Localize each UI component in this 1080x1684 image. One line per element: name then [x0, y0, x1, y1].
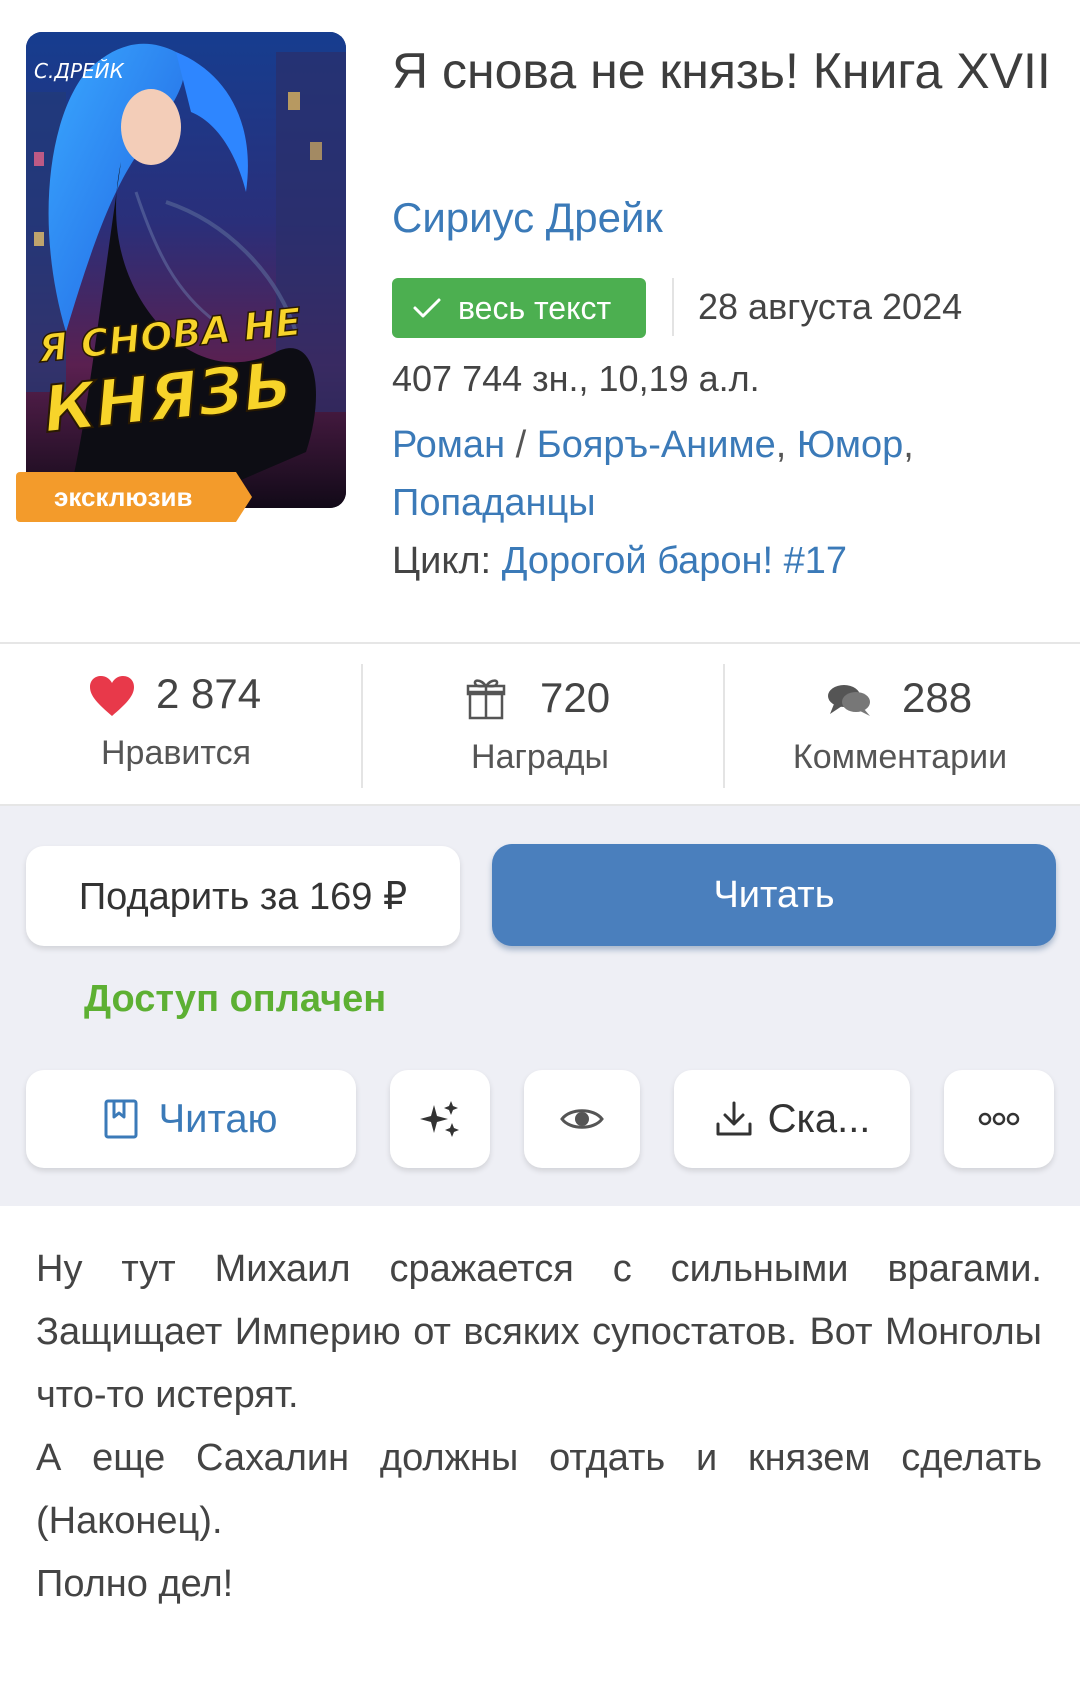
- comments-icon: [828, 685, 870, 716]
- download-icon: [716, 1101, 752, 1136]
- exclusive-badge: эксклюзив: [16, 472, 252, 522]
- reading-button[interactable]: Читаю: [26, 1070, 356, 1168]
- eye-icon: [560, 1109, 604, 1129]
- cycle-link[interactable]: Дорогой барон! #17: [502, 540, 847, 582]
- sparkles-button[interactable]: [390, 1070, 490, 1168]
- book-cover[interactable]: С.ДРЕЙК Я СНОВА НЕ КНЯЗЬ: [26, 32, 346, 508]
- access-status: Доступ оплачен: [84, 978, 387, 1020]
- description-paragraph: А еще Сахалин должны отдать и князем сде…: [36, 1437, 1042, 1542]
- description-paragraph: Ну тут Михаил сражается с сильными врага…: [36, 1248, 1042, 1416]
- read-button-label: Читать: [713, 873, 835, 916]
- genre-separator: /: [515, 424, 527, 466]
- more-button[interactable]: [944, 1070, 1054, 1168]
- genre-link[interactable]: Бояръ-Аниме: [537, 424, 776, 466]
- fulltext-badge: весь текст: [392, 278, 646, 338]
- genre-comma: ,: [775, 424, 787, 466]
- awards-count: 720: [540, 674, 611, 721]
- check-icon: [413, 298, 441, 318]
- author-link[interactable]: Сириус Дрейк: [392, 194, 663, 242]
- cover-author-text: С.ДРЕЙК: [34, 59, 125, 83]
- actions-panel: Подарить за 169 ₽ Читать Доступ оплачен …: [0, 806, 1080, 1206]
- download-button[interactable]: Ска...: [674, 1070, 910, 1168]
- awards-label: Награды: [471, 738, 609, 776]
- gift-button[interactable]: Подарить за 169 ₽: [26, 846, 460, 946]
- bookmark-book-icon: [104, 1099, 138, 1139]
- genre-link[interactable]: Попаданцы: [392, 482, 596, 524]
- description-paragraph: Полно дел!: [36, 1563, 234, 1605]
- reading-button-label: Читаю: [158, 1096, 278, 1141]
- more-dots-icon: [978, 1112, 1020, 1126]
- genre-link[interactable]: Юмор: [797, 424, 903, 466]
- genre-form-link[interactable]: Роман: [392, 424, 505, 466]
- download-button-label: Ска...: [767, 1096, 871, 1141]
- genre-list: Роман / Бояръ-Аниме, Юмор, Попаданцы: [392, 416, 1032, 532]
- likes-label: Нравится: [100, 734, 252, 772]
- genre-comma: ,: [903, 424, 914, 466]
- gift-icon: [466, 679, 506, 720]
- heart-icon: [90, 676, 134, 716]
- exclusive-label: эксклюзив: [54, 481, 193, 512]
- badge-divider: [672, 278, 674, 336]
- comments-count: 288: [902, 674, 973, 721]
- awards-stat[interactable]: 720 Награды: [362, 644, 722, 808]
- cycle-line: Цикл: Дорогой барон! #17: [392, 540, 847, 583]
- comments-label: Комментарии: [792, 738, 1008, 776]
- book-description: Ну тут Михаил сражается с сильными врага…: [36, 1238, 1042, 1616]
- watch-button[interactable]: [524, 1070, 640, 1168]
- cycle-label: Цикл:: [392, 540, 492, 582]
- comments-stat[interactable]: 288 Комментарии: [720, 644, 1080, 808]
- read-button[interactable]: Читать: [492, 844, 1056, 946]
- book-size: 407 744 зн., 10,19 а.л.: [392, 358, 760, 399]
- stats-bar: 2 874 Нравится 720 Награды 288 Комментар…: [0, 642, 1080, 806]
- fulltext-label: весь текст: [458, 289, 612, 326]
- likes-stat[interactable]: 2 874 Нравится: [0, 644, 360, 808]
- gift-button-label: Подарить за 169 ₽: [78, 875, 408, 918]
- likes-count: 2 874: [156, 670, 262, 717]
- book-title: Я снова не князь! Книга XVII: [392, 43, 1051, 99]
- cover-art: С.ДРЕЙК Я СНОВА НЕ КНЯЗЬ: [26, 32, 346, 508]
- sparkles-icon: [420, 1101, 459, 1137]
- book-header: С.ДРЕЙК Я СНОВА НЕ КНЯЗЬ эксклюзив Я сно…: [0, 0, 1080, 642]
- publish-date: 28 августа 2024: [698, 286, 963, 327]
